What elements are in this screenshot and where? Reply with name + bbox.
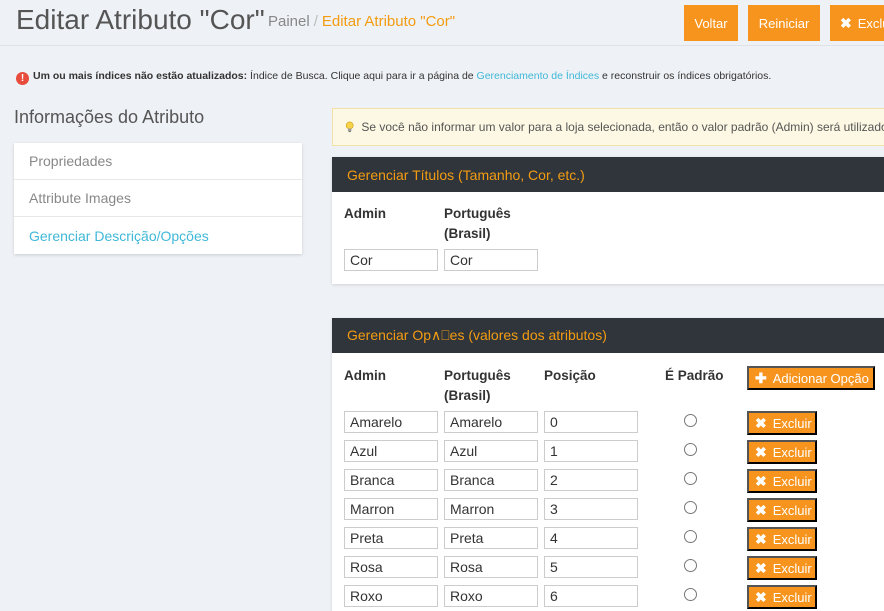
option-portuguese-input[interactable] bbox=[444, 527, 538, 549]
close-icon: ✖ bbox=[840, 14, 852, 31]
sidebar-item-attribute-images[interactable]: Attribute Images bbox=[14, 180, 302, 217]
option-default-radio[interactable] bbox=[684, 530, 697, 543]
index-management-link[interactable]: Gerenciamento de Índices bbox=[477, 70, 600, 82]
close-icon: ✖ bbox=[755, 588, 767, 605]
close-icon: ✖ bbox=[755, 501, 767, 518]
options-col-portuguese-line2: (Brasil) bbox=[444, 388, 491, 403]
option-default-radio[interactable] bbox=[684, 443, 697, 456]
breadcrumb-separator: / bbox=[313, 13, 318, 30]
add-option-button[interactable]: ✚ Adicionar Opção bbox=[747, 366, 875, 390]
option-position-input[interactable] bbox=[544, 469, 638, 491]
option-default-radio[interactable] bbox=[684, 501, 697, 514]
option-position-input[interactable] bbox=[544, 440, 638, 462]
option-portuguese-input[interactable] bbox=[444, 556, 538, 578]
option-delete-button[interactable]: ✖ Excluir bbox=[747, 498, 817, 522]
option-delete-label: Excluir bbox=[772, 531, 812, 547]
option-default-radio[interactable] bbox=[684, 472, 697, 485]
breadcrumb-current: Editar Atributo "Cor" bbox=[321, 13, 456, 30]
breadcrumb: Painel / Editar Atributo "Cor" bbox=[268, 13, 455, 30]
option-admin-input[interactable] bbox=[344, 440, 438, 462]
reset-button[interactable]: Reiniciar bbox=[748, 5, 820, 41]
option-default-radio[interactable] bbox=[684, 588, 697, 601]
titles-panel: Gerenciar Títulos (Tamanho, Cor, etc.) A… bbox=[332, 157, 884, 284]
index-notice: ! Um ou mais índices não estão atualizado… bbox=[16, 70, 771, 85]
option-portuguese-input[interactable] bbox=[444, 440, 538, 462]
option-portuguese-input[interactable] bbox=[444, 411, 538, 433]
notice-text-1: Índice de Busca. Clique aqui para ir a p… bbox=[247, 70, 477, 82]
option-delete-label: Excluir bbox=[772, 589, 812, 605]
options-col-default: É Padrão bbox=[665, 368, 724, 383]
page-title: Editar Atributo "Cor" bbox=[16, 4, 265, 35]
option-position-input[interactable] bbox=[544, 585, 638, 607]
titles-panel-heading: Gerenciar Títulos (Tamanho, Cor, etc.) bbox=[332, 157, 884, 192]
option-delete-button[interactable]: ✖ Excluir bbox=[747, 411, 817, 435]
breadcrumb-home[interactable]: Painel bbox=[268, 13, 310, 30]
back-button[interactable]: Voltar bbox=[684, 5, 738, 41]
sidebar-menu: Propriedades Attribute Images Gerenciar … bbox=[14, 143, 302, 254]
option-admin-input[interactable] bbox=[344, 498, 438, 520]
option-portuguese-input[interactable] bbox=[444, 498, 538, 520]
delete-button[interactable]: ✖ Excluir bbox=[830, 5, 884, 41]
page-header: Editar Atributo "Cor" Painel / Editar Atri… bbox=[0, 0, 884, 46]
options-panel: Gerenciar Op∧⎕es (valores dos atributos)… bbox=[332, 318, 884, 611]
option-delete-button[interactable]: ✖ Excluir bbox=[747, 556, 817, 580]
option-delete-label: Excluir bbox=[772, 444, 812, 460]
close-icon: ✖ bbox=[755, 414, 767, 431]
titles-col-portuguese: Português (Brasil) bbox=[444, 204, 511, 244]
options-col-portuguese-line1: Português bbox=[444, 368, 511, 383]
close-icon: ✖ bbox=[755, 559, 767, 576]
close-icon: ✖ bbox=[755, 530, 767, 547]
option-position-input[interactable] bbox=[544, 527, 638, 549]
option-admin-input[interactable] bbox=[344, 411, 438, 433]
notice-bold: Um ou mais índices não estão atualizados… bbox=[33, 70, 248, 82]
options-panel-heading: Gerenciar Op∧⎕es (valores dos atributos) bbox=[332, 318, 884, 353]
options-col-admin: Admin bbox=[344, 368, 386, 383]
close-icon: ✖ bbox=[755, 443, 767, 460]
title-portuguese-input[interactable] bbox=[444, 249, 538, 271]
option-portuguese-input[interactable] bbox=[444, 585, 538, 607]
plus-icon: ✚ bbox=[755, 369, 767, 386]
lightbulb-icon bbox=[345, 121, 354, 133]
option-admin-input[interactable] bbox=[344, 469, 438, 491]
option-portuguese-input[interactable] bbox=[444, 469, 538, 491]
option-default-radio[interactable] bbox=[684, 414, 697, 427]
hint-box: Se você não informar um valor para a loj… bbox=[332, 108, 884, 146]
close-icon: ✖ bbox=[755, 472, 767, 489]
option-delete-button[interactable]: ✖ Excluir bbox=[747, 527, 817, 551]
option-admin-input[interactable] bbox=[344, 585, 438, 607]
title-admin-input[interactable] bbox=[344, 249, 438, 271]
error-icon: ! bbox=[16, 72, 29, 85]
option-delete-button[interactable]: ✖ Excluir bbox=[747, 585, 817, 609]
option-admin-input[interactable] bbox=[344, 556, 438, 578]
add-option-label: Adicionar Opção bbox=[772, 370, 869, 386]
notice-text-2: e reconstruir os índices obrigatórios. bbox=[599, 70, 772, 82]
options-col-position: Posição bbox=[544, 368, 596, 383]
options-col-portuguese: Português (Brasil) bbox=[444, 366, 511, 406]
delete-button-label: Excluir bbox=[857, 15, 884, 31]
sidebar-title: Informações do Atributo bbox=[14, 107, 205, 127]
option-position-input[interactable] bbox=[544, 411, 638, 433]
option-delete-label: Excluir bbox=[772, 560, 812, 576]
titles-col-portuguese-line1: Português bbox=[444, 206, 511, 221]
sidebar-item-properties[interactable]: Propriedades bbox=[14, 143, 302, 180]
hint-text: Se você não informar um valor para a loj… bbox=[361, 120, 884, 134]
option-delete-label: Excluir bbox=[772, 473, 812, 489]
option-delete-button[interactable]: ✖ Excluir bbox=[747, 469, 817, 493]
option-position-input[interactable] bbox=[544, 498, 638, 520]
option-delete-label: Excluir bbox=[772, 415, 812, 431]
option-position-input[interactable] bbox=[544, 556, 638, 578]
option-admin-input[interactable] bbox=[344, 527, 438, 549]
option-delete-button[interactable]: ✖ Excluir bbox=[747, 440, 817, 464]
titles-col-portuguese-line2: (Brasil) bbox=[444, 226, 491, 241]
option-delete-label: Excluir bbox=[772, 502, 812, 518]
option-default-radio[interactable] bbox=[684, 559, 697, 572]
titles-col-admin: Admin bbox=[344, 206, 386, 221]
sidebar-item-manage-options[interactable]: Gerenciar Descrição/Opções bbox=[14, 217, 302, 254]
